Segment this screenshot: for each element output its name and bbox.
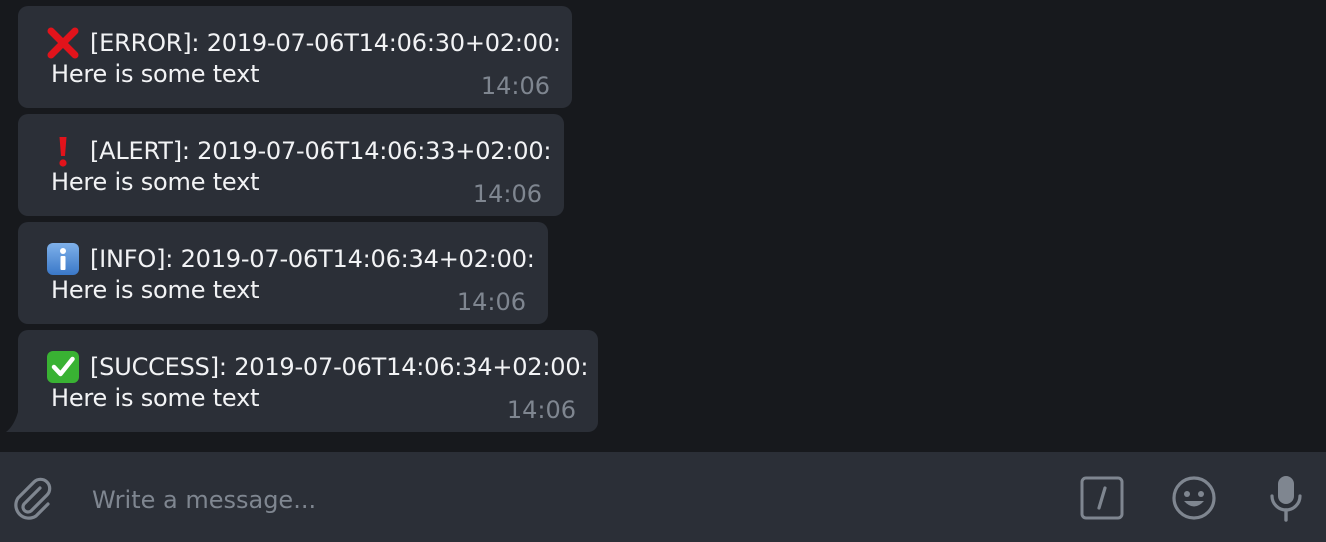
message-body: Here is some text [51, 168, 260, 196]
message-body: Here is some text [51, 384, 260, 412]
message-header: [SUCCESS]: 2019-07-06T14:06:34+02:00: [46, 350, 588, 384]
message-input[interactable] [92, 480, 992, 520]
message-bubble-info[interactable]: [INFO]: 2019-07-06T14:06:34+02:00: Here … [18, 222, 548, 324]
message-header: [ERROR]: 2019-07-06T14:06:30+02:00: [46, 26, 561, 60]
slash-commands-icon[interactable] [1080, 476, 1124, 524]
message-time: 14:06 [506, 396, 576, 424]
information-icon [46, 242, 80, 276]
message-header: [ALERT]: 2019-07-06T14:06:33+02:00: [46, 134, 551, 168]
message-header-text: [INFO]: 2019-07-06T14:06:34+02:00: [90, 245, 535, 273]
message-list: [ERROR]: 2019-07-06T14:06:30+02:00: Here… [0, 0, 1326, 452]
message-header-text: [ERROR]: 2019-07-06T14:06:30+02:00: [90, 29, 561, 57]
message-time: 14:06 [480, 72, 550, 100]
message-bubble-success[interactable]: [SUCCESS]: 2019-07-06T14:06:34+02:00: He… [18, 330, 598, 432]
message-body: Here is some text [51, 276, 260, 304]
check-mark-icon [46, 350, 80, 384]
exclamation-mark-icon [46, 134, 80, 168]
bubble-tail [6, 412, 20, 432]
message-time: 14:06 [472, 180, 542, 208]
message-bubble-alert[interactable]: [ALERT]: 2019-07-06T14:06:33+02:00: Here… [18, 114, 564, 216]
microphone-icon[interactable] [1268, 474, 1304, 528]
message-header-text: [SUCCESS]: 2019-07-06T14:06:34+02:00: [90, 353, 589, 381]
message-body: Here is some text [51, 60, 260, 88]
message-header: [INFO]: 2019-07-06T14:06:34+02:00: [46, 242, 535, 276]
cross-mark-icon [46, 26, 80, 60]
smiley-icon[interactable] [1171, 475, 1217, 525]
paperclip-icon[interactable] [10, 474, 56, 526]
message-time: 14:06 [456, 288, 526, 316]
message-header-text: [ALERT]: 2019-07-06T14:06:33+02:00: [90, 137, 552, 165]
message-bubble-error[interactable]: [ERROR]: 2019-07-06T14:06:30+02:00: Here… [18, 6, 572, 108]
